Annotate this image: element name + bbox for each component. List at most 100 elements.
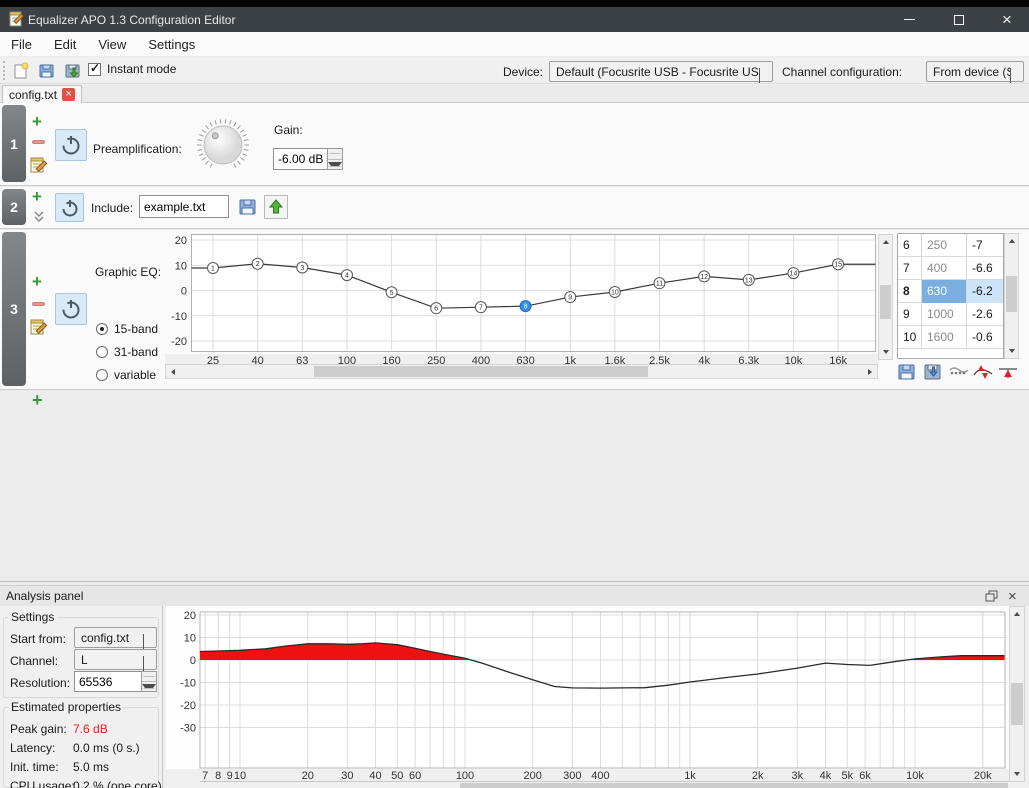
radio-15-band[interactable]: 15-band — [96, 322, 158, 336]
menu-edit[interactable]: Edit — [43, 33, 87, 56]
frequency-cell[interactable]: 1000 — [922, 303, 967, 326]
preamp-knob[interactable] — [195, 117, 251, 176]
eq-point-11[interactable]: 11 — [654, 278, 665, 289]
scroll-down-arrow[interactable] — [879, 345, 892, 359]
device-combobox[interactable]: Default (Focusrite USB - Focusrite USB A… — [549, 61, 773, 82]
edit-row-icon[interactable] — [30, 318, 48, 336]
close-button[interactable]: × — [986, 7, 1028, 32]
scroll-down-arrow[interactable] — [1005, 344, 1018, 358]
include-edit-file-button[interactable] — [264, 195, 288, 219]
radio-31-band[interactable]: 31-band — [96, 345, 158, 359]
spin-down-button[interactable] — [142, 682, 156, 691]
scroll-up-arrow[interactable] — [879, 235, 892, 249]
minimize-button[interactable] — [888, 7, 930, 32]
spin-down-button[interactable] — [328, 160, 342, 170]
analysis-plot[interactable]: 20100-10-20-3078910203040506010020030040… — [166, 606, 1009, 781]
instant-mode-checkbox[interactable]: Instant mode — [88, 62, 176, 76]
frequency-cell[interactable]: 630 — [922, 280, 967, 303]
eq-point-8[interactable]: 8 — [520, 301, 531, 312]
power-toggle-graphic-eq[interactable] — [55, 293, 87, 325]
gain-cell[interactable]: -2.6 — [967, 303, 1003, 326]
eq-point-1[interactable]: 1 — [208, 263, 219, 274]
start-from-combobox[interactable]: config.txt — [74, 627, 157, 648]
gain-cell[interactable]: -6.2 — [967, 280, 1003, 303]
power-toggle-include[interactable] — [55, 193, 84, 222]
eq-point-2[interactable]: 2 — [252, 258, 263, 269]
eq-point-10[interactable]: 10 — [609, 287, 620, 298]
menu-settings[interactable]: Settings — [137, 33, 206, 56]
radio-variable[interactable]: variable — [96, 368, 156, 382]
eq-horizontal-scrollbar[interactable] — [165, 364, 878, 379]
frequency-cell[interactable]: 400 — [922, 257, 967, 280]
eq-point-6[interactable]: 6 — [431, 303, 442, 314]
gain-cell[interactable]: -7 — [967, 234, 1003, 257]
eq-plot[interactable]: 20100-10-202540631001602504006301k1.6k2.… — [165, 233, 879, 366]
flatten-response-button[interactable] — [948, 362, 970, 385]
normalize-response-button[interactable] — [997, 362, 1019, 385]
table-row[interactable]: 6250-7 — [898, 234, 1003, 257]
band-number-cell[interactable]: 6 — [898, 234, 922, 257]
scroll-up-arrow[interactable] — [1010, 607, 1024, 621]
band-number-cell[interactable]: 9 — [898, 303, 922, 326]
toolbar-drag-handle[interactable] — [3, 61, 6, 80]
resolution-input[interactable] — [74, 671, 141, 692]
gain-cell[interactable]: -0.6 — [967, 326, 1003, 349]
gain-input[interactable] — [273, 148, 327, 170]
scrollbar-thumb[interactable] — [1006, 276, 1017, 312]
spin-up-button[interactable] — [328, 149, 342, 160]
row-number-badge[interactable]: 3 — [2, 232, 26, 386]
import-response-button[interactable] — [897, 362, 918, 385]
tab-config-txt[interactable]: config.txt × — [2, 85, 82, 103]
new-file-button[interactable] — [10, 60, 32, 82]
save-file-button[interactable] — [62, 60, 84, 82]
channel-combobox[interactable]: L — [74, 649, 157, 670]
menu-file[interactable]: File — [0, 33, 43, 56]
float-panel-icon[interactable] — [985, 590, 999, 603]
spin-up-button[interactable] — [142, 672, 156, 682]
band-number-cell[interactable]: 10 — [898, 326, 922, 349]
open-file-button[interactable] — [36, 60, 58, 82]
scrollbar-thumb[interactable] — [314, 366, 648, 377]
export-response-button[interactable] — [923, 362, 944, 385]
eq-point-13[interactable]: 13 — [743, 274, 754, 285]
scrollbar-thumb[interactable] — [880, 285, 891, 319]
gain-spin-buttons[interactable] — [327, 148, 343, 170]
add-new-filter-icon[interactable]: + — [32, 393, 43, 407]
table-row[interactable]: 7400-6.6 — [898, 257, 1003, 280]
eq-point-3[interactable]: 3 — [297, 262, 308, 273]
close-panel-icon[interactable]: × — [1008, 588, 1017, 605]
include-file-input[interactable] — [139, 195, 229, 218]
row-number-badge[interactable]: 2 — [2, 189, 26, 225]
resolution-spinner[interactable] — [74, 671, 157, 692]
eq-point-15[interactable]: 15 — [833, 259, 844, 270]
scroll-down-arrow[interactable] — [1010, 767, 1024, 781]
band-number-cell[interactable]: 8 — [898, 280, 922, 303]
remove-filter-icon[interactable] — [32, 302, 45, 306]
scroll-left-arrow[interactable] — [166, 365, 180, 378]
eq-point-9[interactable]: 9 — [565, 292, 576, 303]
row-number-badge[interactable]: 1 — [2, 105, 26, 182]
invert-response-button[interactable] — [972, 362, 994, 385]
menu-view[interactable]: View — [87, 33, 137, 56]
band-number-cell[interactable]: 7 — [898, 257, 922, 280]
gain-cell[interactable]: -6.6 — [967, 257, 1003, 280]
table-row[interactable]: 91000-2.6 — [898, 303, 1003, 326]
table-row[interactable]: 101600-0.6 — [898, 326, 1003, 349]
gain-spinner[interactable] — [273, 148, 343, 170]
power-toggle-preamp[interactable] — [55, 129, 87, 161]
add-filter-icon[interactable]: + — [32, 115, 42, 129]
resolution-spin-buttons[interactable] — [141, 671, 157, 692]
eq-band-table[interactable]: 6250-77400-6.68630-6.291000-2.6101600-0.… — [897, 233, 1004, 359]
eq-point-5[interactable]: 5 — [386, 287, 397, 298]
frequency-cell[interactable]: 1600 — [922, 326, 967, 349]
table-vertical-scrollbar[interactable] — [1004, 233, 1019, 359]
eq-point-7[interactable]: 7 — [475, 302, 486, 313]
titlebar[interactable]: Equalizer APO 1.3 Configuration Editor × — [0, 7, 1029, 32]
scrollbar-thumb[interactable] — [1011, 683, 1023, 725]
include-open-button[interactable] — [236, 195, 260, 219]
collapse-chevrons-icon[interactable] — [33, 211, 45, 223]
add-filter-icon[interactable]: + — [32, 190, 42, 204]
scroll-right-arrow[interactable] — [863, 365, 877, 378]
remove-filter-icon[interactable] — [32, 140, 45, 144]
analysis-horizontal-scrollbar[interactable] — [200, 781, 1009, 788]
